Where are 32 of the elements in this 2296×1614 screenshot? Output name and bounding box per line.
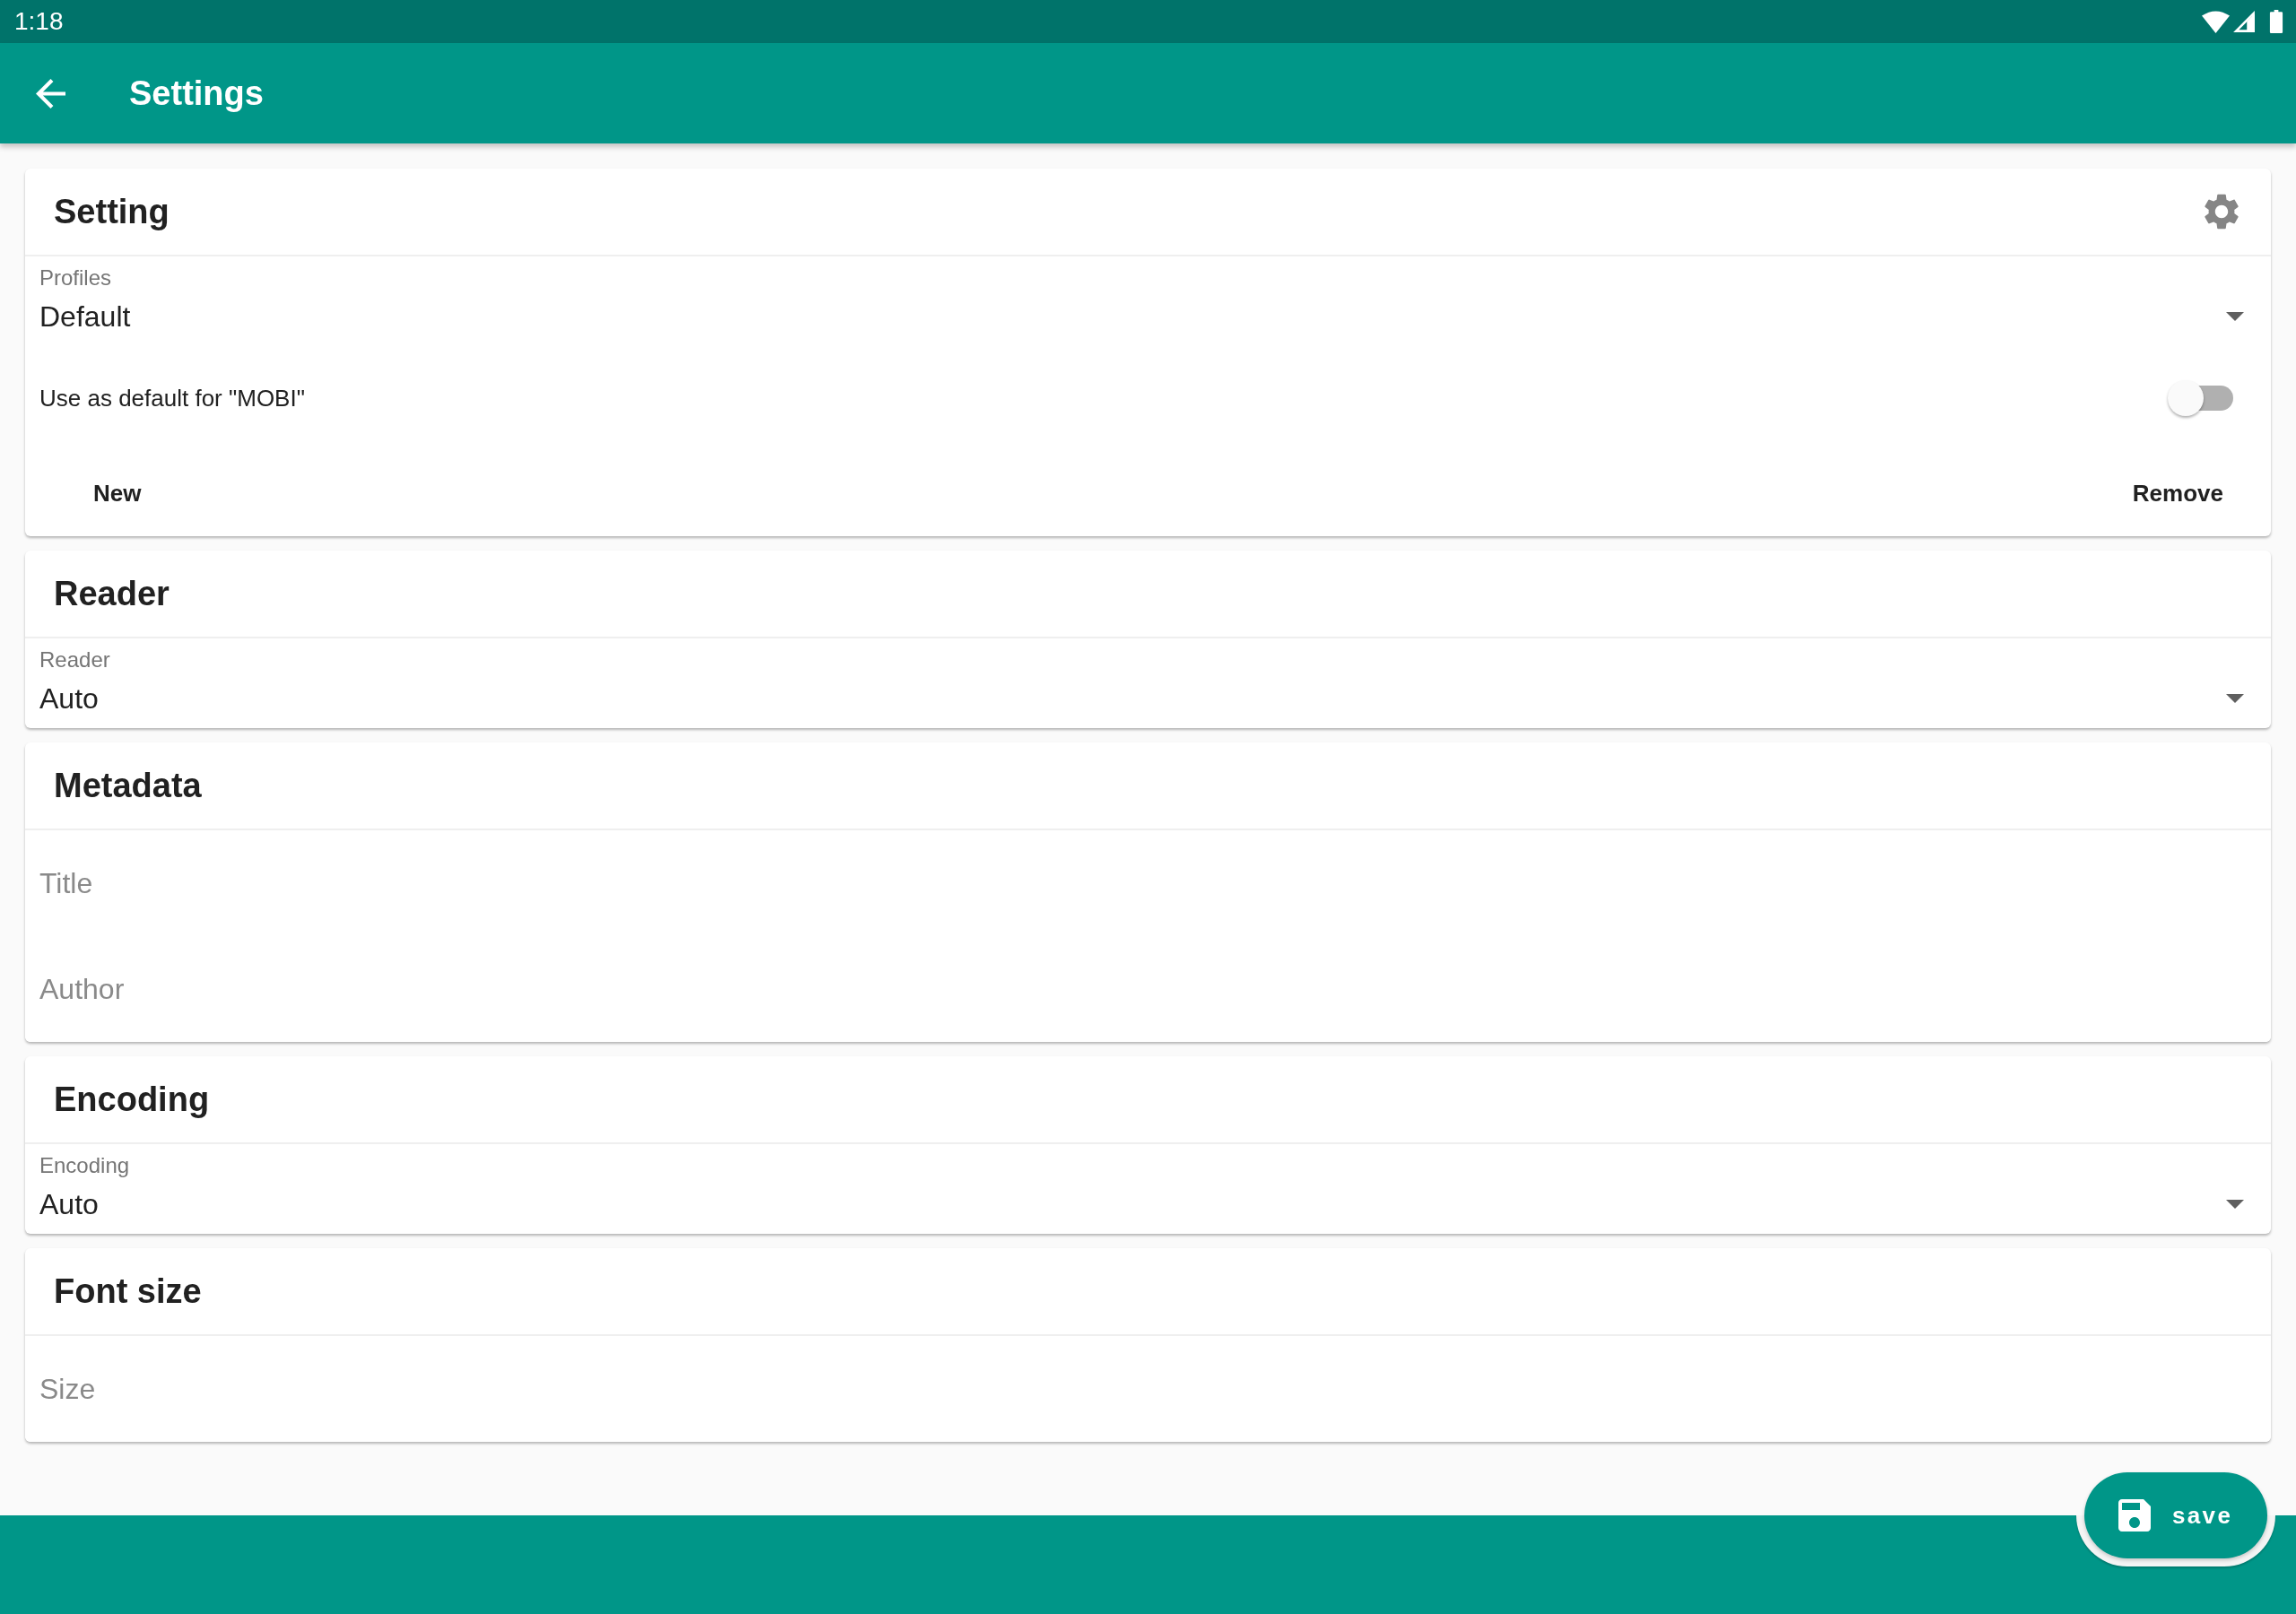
battery-icon: [2269, 10, 2283, 33]
save-button[interactable]: save: [2084, 1472, 2267, 1558]
page-title: Settings: [129, 73, 264, 114]
text-input[interactable]: Author: [39, 962, 2257, 1016]
field-label: Profiles: [39, 265, 112, 291]
dropdown[interactable]: Auto: [39, 1184, 2257, 1224]
arrow-left-icon: [35, 78, 65, 108]
field-label: Reader: [39, 647, 110, 672]
caret-icon: [2226, 694, 2244, 703]
card-title: Setting: [54, 191, 170, 232]
card-title: Reader: [54, 573, 170, 614]
caret-icon: [2226, 312, 2244, 321]
text-button[interactable]: New: [79, 461, 156, 525]
signal-icon: [2232, 10, 2256, 33]
card-title: Font size: [54, 1271, 202, 1312]
dropdown[interactable]: Default: [39, 297, 2257, 336]
text-input[interactable]: Title: [39, 856, 2257, 910]
text-button[interactable]: Remove: [2118, 461, 2238, 525]
dropdown[interactable]: Auto: [39, 679, 2257, 718]
text-field[interactable]: Author: [25, 936, 2271, 1042]
caret-icon: [2226, 1200, 2244, 1209]
gear-icon[interactable]: [2205, 194, 2239, 230]
field-label: Encoding: [39, 1153, 130, 1178]
card-title: Encoding: [54, 1079, 210, 1120]
wifi-icon: [2202, 10, 2230, 33]
text-field[interactable]: Title: [25, 830, 2271, 936]
text-field[interactable]: Size: [25, 1336, 2271, 1442]
text-input[interactable]: Size: [39, 1362, 2257, 1416]
toggle-label: Use as default for "MOBI": [39, 383, 305, 413]
status-time: 1:18: [14, 6, 64, 37]
card-title: Metadata: [54, 765, 202, 806]
toggle-switch[interactable]: [2168, 380, 2233, 416]
